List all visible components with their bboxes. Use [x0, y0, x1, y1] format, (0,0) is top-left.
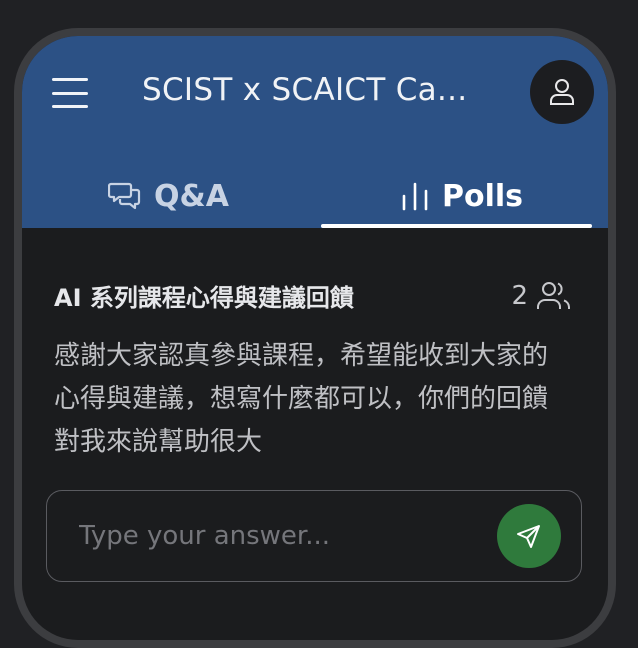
poll-description: 感謝大家認真參與課程，希望能收到大家的心得與建議，想寫什麼都可以，你們的回饋對我…: [54, 341, 549, 457]
send-button[interactable]: [497, 504, 561, 568]
poll-header: AI 系列課程心得與建議回饋 2: [54, 278, 576, 313]
user-icon: [550, 79, 574, 105]
users-icon: [537, 281, 570, 309]
tab-polls-label: Polls: [441, 178, 524, 214]
page-title: SCIST x SCAICT Ca...: [142, 72, 468, 108]
menu-icon[interactable]: [52, 78, 88, 108]
participant-count-value: 2: [511, 280, 528, 311]
tab-bar: Q&A Polls: [22, 164, 608, 228]
participant-count: 2: [511, 281, 572, 311]
poll-card: AI 系列課程心得與建議回饋 2 感謝大家認真參與課程，希望能收到大家的心得與建…: [22, 228, 608, 582]
answer-field-container: [46, 490, 582, 582]
device-frame: SCIST x SCAICT Ca... Q&A Polls AI 系列課程心得…: [14, 28, 616, 648]
tab-polls[interactable]: Polls: [315, 164, 608, 228]
send-icon: [517, 525, 540, 548]
account-button[interactable]: [530, 60, 594, 124]
tab-qa-label: Q&A: [154, 178, 229, 214]
app-screen: SCIST x SCAICT Ca... Q&A Polls AI 系列課程心得…: [22, 36, 608, 640]
poll-title: AI 系列課程心得與建議回饋: [54, 284, 354, 312]
answer-input[interactable]: [79, 521, 497, 551]
chat-bubbles-icon: [108, 182, 141, 210]
tab-qa[interactable]: Q&A: [22, 164, 315, 228]
top-app-bar: SCIST x SCAICT Ca... Q&A Polls: [22, 36, 608, 228]
bar-chart-icon: [402, 182, 428, 211]
